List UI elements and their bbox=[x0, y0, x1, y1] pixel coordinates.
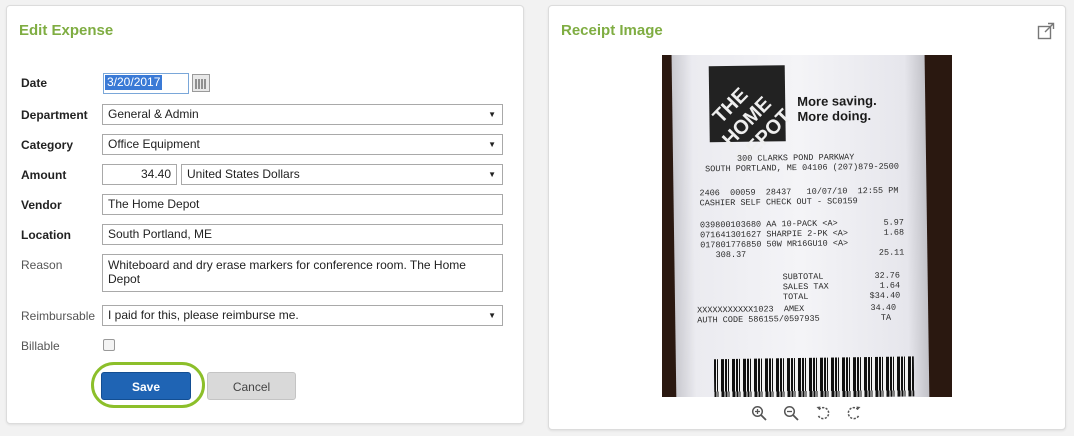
category-value: Office Equipment bbox=[108, 137, 200, 151]
receipt-total: TOTAL $34.40 bbox=[782, 290, 901, 303]
amount-input[interactable]: 34.40 bbox=[102, 164, 177, 185]
department-label: Department bbox=[21, 108, 88, 122]
reimbursable-label: Reimbursable bbox=[21, 309, 96, 323]
save-button[interactable]: Save bbox=[101, 372, 191, 400]
external-link-icon[interactable] bbox=[1037, 22, 1055, 40]
date-label: Date bbox=[21, 76, 48, 90]
rotate-right-icon[interactable] bbox=[846, 405, 862, 421]
receipt-auth: AUTH CODE 586155/0597935 TA bbox=[697, 312, 892, 326]
amount-value: 34.40 bbox=[140, 167, 171, 181]
calendar-icon[interactable] bbox=[192, 74, 210, 92]
department-select[interactable]: General & Admin ▼ bbox=[102, 104, 503, 125]
reason-label: Reason bbox=[21, 258, 63, 272]
home-depot-logo: THE HOME DEPOT bbox=[708, 65, 796, 170]
edit-expense-panel: Edit Expense Date 3/20/2017 Department G… bbox=[6, 5, 524, 424]
rotate-left-icon[interactable] bbox=[815, 405, 831, 421]
receipt-item-3b: 308.37 25.11 bbox=[700, 247, 905, 261]
vendor-label: Vendor bbox=[21, 198, 62, 212]
receipt-address-2: SOUTH PORTLAND, ME 04106 (207)879-2500 bbox=[705, 161, 900, 175]
reimbursable-value: I paid for this, please reimburse me. bbox=[108, 308, 299, 322]
billable-checkbox[interactable] bbox=[103, 339, 115, 351]
zoom-in-icon[interactable] bbox=[751, 405, 767, 421]
currency-select[interactable]: United States Dollars ▼ bbox=[181, 164, 503, 185]
reimbursable-select[interactable]: I paid for this, please reimburse me. ▼ bbox=[102, 305, 503, 326]
currency-value: United States Dollars bbox=[187, 167, 300, 181]
billable-label: Billable bbox=[21, 339, 60, 353]
receipt-photo: THE HOME DEPOT More saving. More doing. … bbox=[662, 55, 952, 397]
amount-label: Amount bbox=[21, 168, 67, 182]
chevron-down-icon: ▼ bbox=[488, 140, 496, 149]
date-value: 3/20/2017 bbox=[105, 75, 163, 90]
receipt-image-title: Receipt Image bbox=[561, 22, 663, 39]
reason-textarea[interactable]: Whiteboard and dry erase markers for con… bbox=[102, 254, 503, 292]
chevron-down-icon: ▼ bbox=[488, 170, 496, 179]
date-field[interactable]: 3/20/2017 bbox=[103, 73, 189, 94]
vendor-input[interactable]: The Home Depot bbox=[102, 194, 503, 215]
reason-value: Whiteboard and dry erase markers for con… bbox=[108, 258, 466, 286]
location-input[interactable]: South Portland, ME bbox=[102, 224, 503, 245]
location-value: South Portland, ME bbox=[108, 227, 213, 241]
cancel-button[interactable]: Cancel bbox=[207, 372, 296, 400]
edit-expense-title: Edit Expense bbox=[19, 22, 114, 39]
zoom-out-icon[interactable] bbox=[783, 405, 799, 421]
receipt-line-2: CASHIER SELF CHECK OUT - SC0159 bbox=[699, 196, 858, 209]
location-label: Location bbox=[21, 228, 71, 242]
chevron-down-icon: ▼ bbox=[488, 110, 496, 119]
receipt-image-panel: Receipt Image THE HOME DEPOT More saving… bbox=[548, 5, 1066, 430]
receipt-paper: THE HOME DEPOT More saving. More doing. … bbox=[671, 55, 930, 397]
category-label: Category bbox=[21, 138, 74, 152]
chevron-down-icon: ▼ bbox=[488, 311, 496, 320]
vendor-value: The Home Depot bbox=[108, 197, 200, 211]
receipt-slogan: More saving. More doing. bbox=[797, 92, 877, 125]
receipt-barcode bbox=[713, 356, 915, 397]
department-value: General & Admin bbox=[108, 107, 199, 121]
category-select[interactable]: Office Equipment ▼ bbox=[102, 134, 503, 155]
